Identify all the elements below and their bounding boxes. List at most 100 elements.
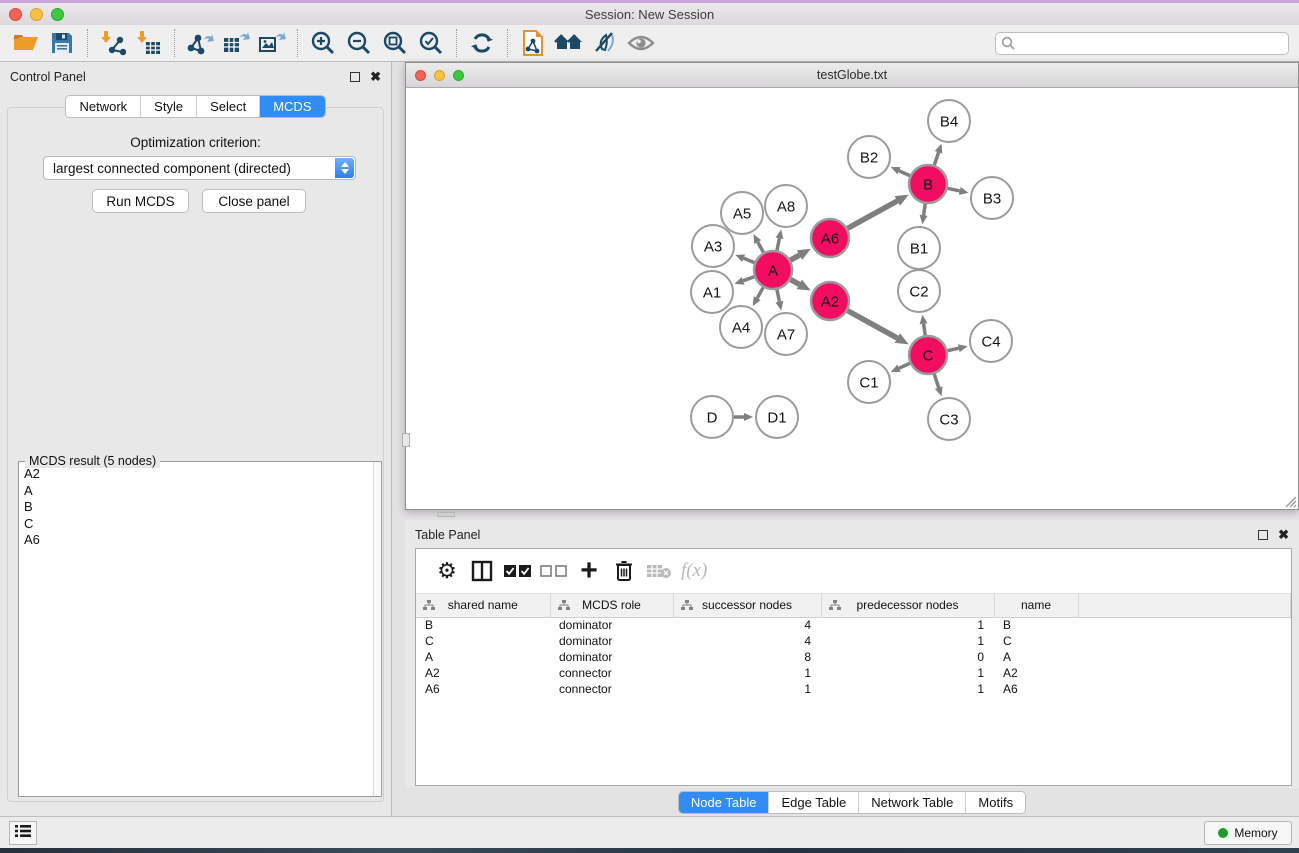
table-cell[interactable]: 1 (673, 681, 821, 697)
graph-edge[interactable] (777, 290, 779, 302)
graph-edge[interactable] (924, 324, 926, 336)
graph-edge[interactable] (948, 348, 959, 351)
table-cell[interactable]: 4 (673, 617, 821, 633)
graph-edge[interactable] (848, 311, 898, 338)
table-row[interactable]: Adominator80A (416, 649, 1291, 665)
mcds-result-list[interactable]: A2ABCA6 (20, 466, 372, 795)
network-from-selection-icon[interactable] (515, 27, 551, 59)
zoom-out-icon[interactable] (341, 27, 377, 59)
mcds-result-item[interactable]: B (20, 499, 372, 516)
table-cell[interactable]: connector (550, 665, 673, 681)
column-header-shared-name[interactable]: shared name (416, 594, 550, 617)
graph-edge[interactable] (924, 204, 926, 216)
import-network-icon[interactable] (95, 27, 131, 59)
table-cell[interactable]: 8 (673, 649, 821, 665)
show-panels-button[interactable] (9, 821, 37, 845)
add-icon[interactable]: + (576, 556, 602, 586)
mcds-result-item[interactable]: A6 (20, 532, 372, 549)
table-cell[interactable]: 1 (821, 665, 994, 681)
table-cell[interactable]: A6 (416, 681, 550, 697)
result-scrollbar[interactable] (373, 462, 381, 796)
network-window-titlebar[interactable]: testGlobe.txt (406, 63, 1298, 88)
table-row[interactable]: Bdominator41B (416, 617, 1291, 633)
panel-grip-handle[interactable] (402, 433, 410, 447)
graph-edge[interactable] (790, 255, 799, 260)
graph-edge[interactable] (899, 171, 910, 176)
delete-table-icon[interactable] (646, 556, 672, 586)
table-cell[interactable]: dominator (550, 649, 673, 665)
tab-network-table[interactable]: Network Table (859, 792, 966, 813)
tab-network[interactable]: Network (66, 96, 141, 117)
table-cell[interactable]: 1 (821, 617, 994, 633)
graph-edge[interactable] (934, 374, 938, 388)
tab-motifs[interactable]: Motifs (966, 792, 1025, 813)
criterion-select[interactable]: largest connected component (directed) (43, 156, 356, 180)
table-row[interactable]: A6connector11A6 (416, 681, 1291, 697)
search-input[interactable] (995, 32, 1289, 55)
zoom-fit-icon[interactable] (377, 27, 413, 59)
column-header-name[interactable]: name (994, 594, 1078, 617)
column-header-mcds-role[interactable]: MCDS role (550, 594, 673, 617)
table-cell[interactable]: B (416, 617, 550, 633)
table-cell[interactable]: connector (550, 681, 673, 697)
table-cell[interactable]: 1 (673, 665, 821, 681)
graph-edge[interactable] (757, 287, 763, 298)
network-graph[interactable]: B4B2BB3A8A5A6A3B1AA1C2A2A4A7C4CC1C3DD1 (406, 88, 1298, 509)
hide-graphics-details-icon[interactable] (587, 27, 623, 59)
refresh-icon[interactable] (464, 27, 500, 59)
graph-edge[interactable] (791, 280, 800, 285)
tab-node-table[interactable]: Node Table (679, 792, 770, 813)
table-cell[interactable]: A (994, 649, 1078, 665)
table-header-row[interactable]: shared name MCDS role successor nodes pr… (416, 594, 1291, 617)
mcds-result-item[interactable]: A (20, 483, 372, 500)
deselect-all-icon[interactable] (540, 556, 567, 586)
table-row[interactable]: A2connector11A2 (416, 665, 1291, 681)
table-cell[interactable]: 0 (821, 649, 994, 665)
table-cell[interactable]: dominator (550, 617, 673, 633)
graph-edge[interactable] (948, 188, 960, 191)
export-network-icon[interactable] (182, 27, 218, 59)
open-session-icon[interactable] (8, 27, 44, 59)
table-cell[interactable]: 1 (821, 633, 994, 649)
table-cell[interactable]: 4 (673, 633, 821, 649)
column-header-successor-nodes[interactable]: successor nodes (673, 594, 821, 617)
close-panel-icon[interactable]: ✖ (1278, 530, 1289, 540)
close-panel-button[interactable]: Close panel (202, 189, 306, 213)
graph-edge[interactable] (899, 363, 910, 368)
export-image-icon[interactable] (254, 27, 290, 59)
homes-icon[interactable] (551, 27, 587, 59)
network-canvas[interactable]: B4B2BB3A8A5A6A3B1AA1C2A2A4A7C4CC1C3DD1 (406, 88, 1298, 509)
columns-icon[interactable] (469, 556, 495, 586)
table-cell[interactable]: A (416, 649, 550, 665)
table-cell[interactable]: A2 (994, 665, 1078, 681)
graph-edge[interactable] (848, 201, 898, 228)
table-cell[interactable]: A6 (994, 681, 1078, 697)
export-table-icon[interactable] (218, 27, 254, 59)
table-cell[interactable]: C (994, 633, 1078, 649)
column-header-predecessor-nodes[interactable]: predecessor nodes (821, 594, 994, 617)
graph-edge[interactable] (758, 242, 764, 252)
zoom-selected-icon[interactable] (413, 27, 449, 59)
zoom-in-icon[interactable] (305, 27, 341, 59)
function-icon[interactable]: f(x) (681, 556, 707, 586)
memory-button[interactable]: Memory (1204, 821, 1292, 845)
tab-mcds[interactable]: MCDS (260, 96, 324, 117)
select-all-icon[interactable] (504, 556, 531, 586)
tab-edge-table[interactable]: Edge Table (769, 792, 859, 813)
import-table-icon[interactable] (131, 27, 167, 59)
splitter-handle[interactable] (437, 512, 455, 517)
graph-edge[interactable] (744, 258, 755, 262)
mcds-result-item[interactable]: A2 (20, 466, 372, 483)
graph-edge[interactable] (777, 238, 779, 250)
gear-icon[interactable]: ⚙ (434, 556, 460, 586)
graph-edge[interactable] (934, 152, 938, 165)
table-cell[interactable]: A2 (416, 665, 550, 681)
table-cell[interactable]: B (994, 617, 1078, 633)
mcds-result-item[interactable]: C (20, 516, 372, 533)
resize-grip-icon[interactable] (1283, 494, 1297, 508)
table-cell[interactable]: 1 (821, 681, 994, 697)
table-cell[interactable]: dominator (550, 633, 673, 649)
table-row[interactable]: Cdominator41C (416, 633, 1291, 649)
close-panel-icon[interactable]: ✖ (370, 72, 381, 82)
run-mcds-button[interactable]: Run MCDS (92, 189, 189, 213)
